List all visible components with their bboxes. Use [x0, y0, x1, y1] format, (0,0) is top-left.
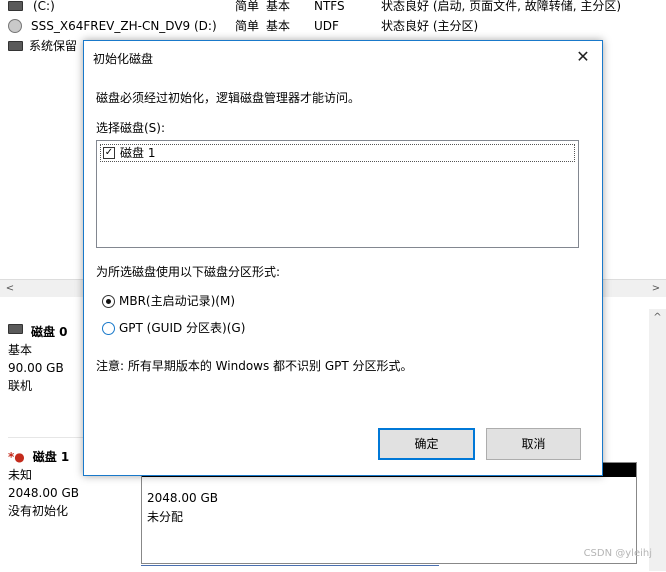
initialize-disk-dialog: 初始化磁盘 ✕ 磁盘必须经过初始化，逻辑磁盘管理器才能访问。 选择磁盘(S): …	[83, 40, 603, 476]
checkbox-checked-icon[interactable]: ✓	[103, 147, 115, 159]
scroll-left-icon[interactable]: <	[2, 280, 18, 297]
select-disk-label: 选择磁盘(S):	[96, 121, 166, 135]
scroll-right-icon[interactable]: >	[648, 280, 664, 297]
dialog-title: 初始化磁盘	[93, 52, 154, 66]
volume-row-c[interactable]: (C:) 简单 基本 NTFS 状态良好 (启动, 页面文件, 故障转储, 主分…	[8, 0, 666, 15]
partition-style-label: 为所选磁盘使用以下磁盘分区形式:	[96, 265, 281, 279]
disk-listbox[interactable]: ✓ 磁盘 1	[96, 140, 579, 248]
unallocated-partition[interactable]: 2048.00 GB 未分配	[141, 462, 637, 564]
cancel-button[interactable]: 取消	[486, 428, 581, 460]
vertical-scrollbar[interactable]: ^	[649, 309, 666, 571]
watermark: CSDN @yleihj	[583, 548, 652, 559]
disk-error-icon: *●	[8, 450, 25, 464]
unallocated-size: 2048.00 GB	[147, 491, 218, 505]
close-icon[interactable]: ✕	[570, 45, 596, 69]
gpt-note: 注意: 所有早期版本的 Windows 都不识别 GPT 分区形式。	[96, 359, 413, 373]
volume-row-reserved[interactable]: 系统保留	[8, 37, 88, 55]
unallocated-label: 未分配	[147, 510, 184, 524]
ok-button[interactable]: 确定	[378, 428, 475, 460]
radio-selected-icon[interactable]	[102, 295, 115, 308]
dialog-message: 磁盘必须经过初始化，逻辑磁盘管理器才能访问。	[96, 91, 361, 105]
drive-icon	[8, 41, 23, 51]
drive-icon	[8, 1, 23, 11]
volume-row-d[interactable]: SSS_X64FREV_ZH-CN_DV9 (D:) 简单 基本 UDF 状态良…	[8, 17, 666, 35]
list-item[interactable]: ✓ 磁盘 1	[100, 144, 575, 162]
radio-unselected-icon[interactable]	[102, 322, 115, 335]
cd-drive-icon	[8, 19, 22, 33]
scroll-up-icon[interactable]: ^	[649, 312, 666, 323]
disk-icon	[8, 324, 23, 334]
